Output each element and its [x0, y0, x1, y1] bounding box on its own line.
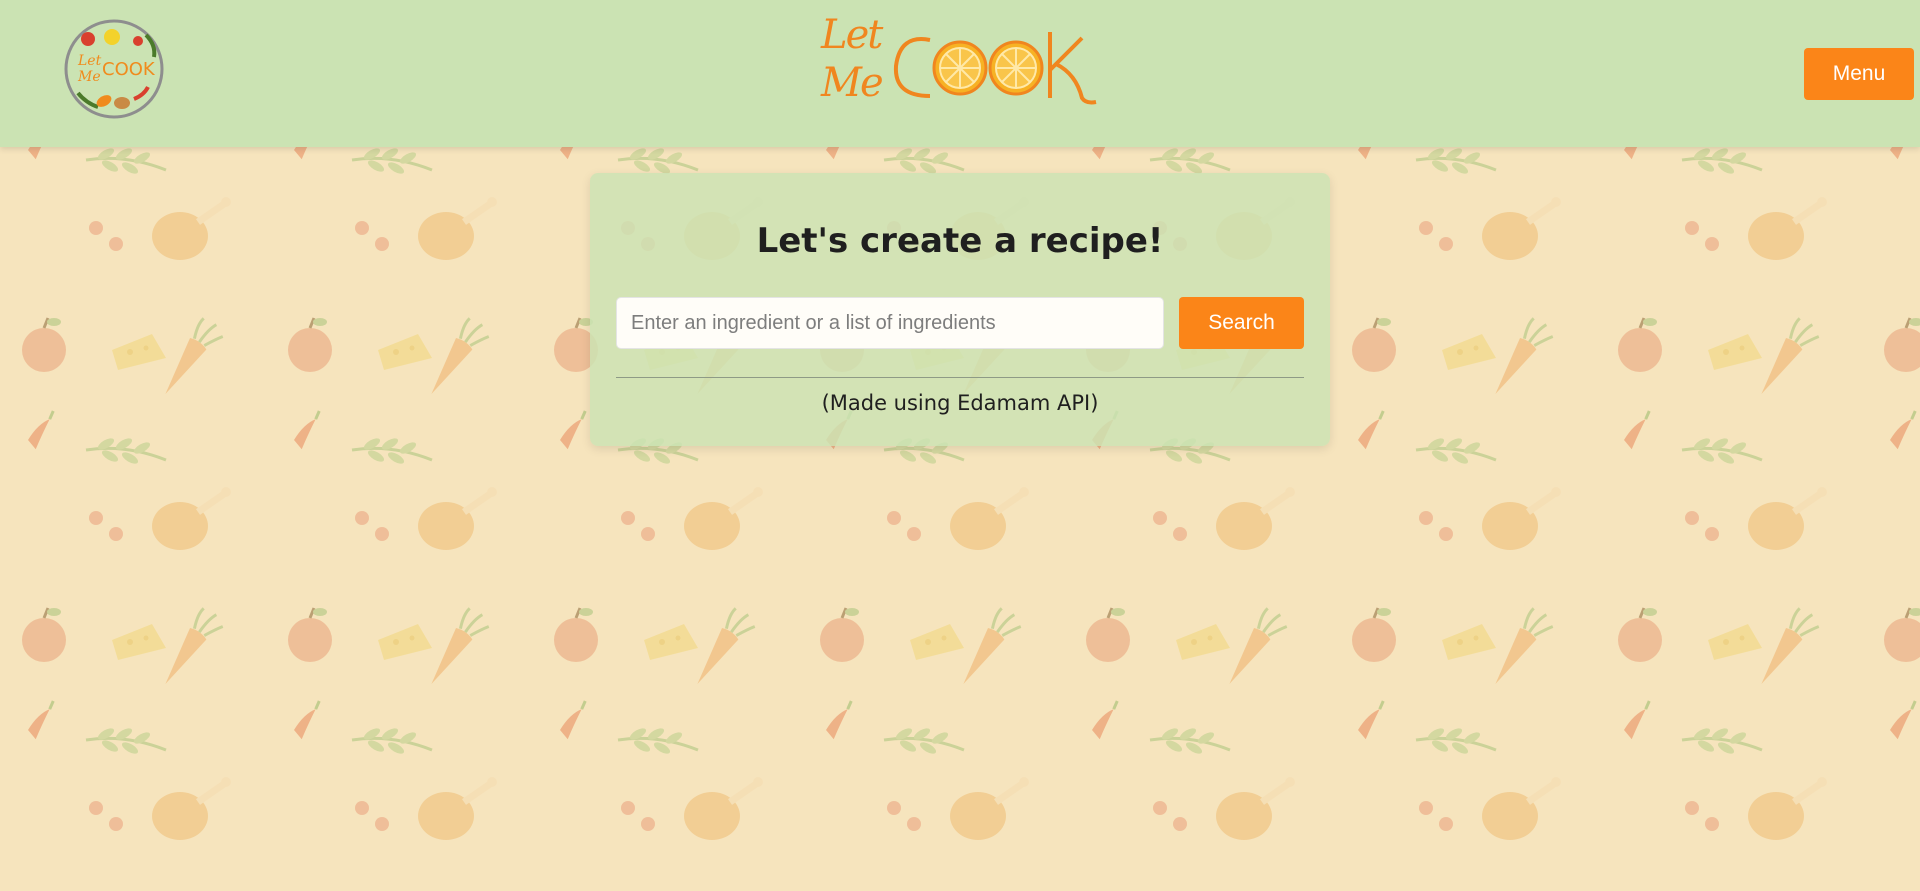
card-title: Let's create a recipe!: [756, 221, 1164, 261]
menu-button[interactable]: Menu: [1804, 48, 1914, 100]
logo-badge[interactable]: Let Me COOK: [60, 15, 168, 123]
brand-cook-logo: [893, 32, 1097, 105]
brand-me: Me: [821, 60, 884, 106]
brand-wordmark[interactable]: Let Me: [815, 8, 1115, 118]
brand-let: Let: [821, 12, 883, 58]
card-divider: [616, 377, 1304, 378]
svg-text:Me: Me: [77, 69, 101, 85]
site-header: Let Me COOK Let Me Menu: [0, 0, 1920, 147]
let-me-cook-badge-icon: Let Me COOK: [64, 19, 164, 119]
svg-text:Let: Let: [77, 53, 102, 69]
search-button[interactable]: Search: [1179, 297, 1304, 349]
api-credit: (Made using Edamam API): [821, 391, 1099, 415]
recipe-search-card: Let's create a recipe! Search (Made usin…: [590, 173, 1330, 446]
ingredient-search-input[interactable]: [616, 297, 1164, 349]
svg-text:COOK: COOK: [102, 59, 156, 80]
